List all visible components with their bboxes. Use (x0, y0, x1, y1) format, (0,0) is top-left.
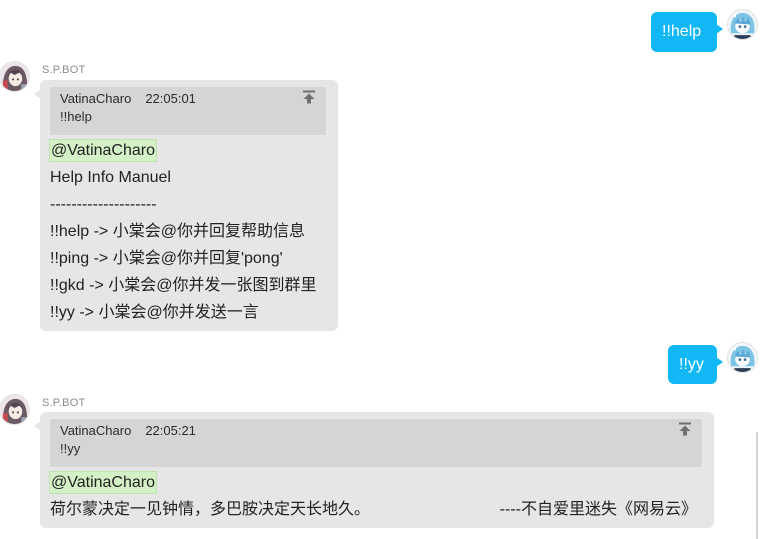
chat-window: !!help S.P.BOT VatinaCharo 22:05:01 !!he… (0, 0, 760, 539)
quote-user: VatinaCharo (60, 91, 132, 106)
message-line: Help Info Manuel (50, 169, 171, 186)
mention-tag[interactable]: @VatinaCharo (49, 139, 157, 163)
mention-line: @VatinaCharo (49, 137, 326, 164)
message-line: !!gkd -> 小棠会@你并发一张图到群里 (50, 277, 317, 294)
quote-time: 22:05:01 (145, 91, 196, 106)
quote-header: VatinaCharo 22:05:21 (60, 422, 672, 440)
quote-text: !!help (60, 109, 92, 124)
bot-avatar-icon[interactable] (0, 395, 29, 424)
quote-time: 22:05:21 (145, 423, 196, 438)
bubble-tail (716, 357, 723, 367)
sender-name: S.P.BOT (42, 64, 86, 76)
message-text: !!yy (679, 356, 704, 373)
mention-line: @VatinaCharo (49, 469, 702, 496)
outgoing-message-bubble[interactable]: !!yy (668, 345, 723, 384)
jump-to-top-icon[interactable] (678, 422, 692, 436)
message-line: !!ping -> 小棠会@你并回复'pong' (50, 250, 283, 267)
quote-user: VatinaCharo (60, 423, 132, 438)
quoted-message[interactable]: VatinaCharo 22:05:01 !!help (50, 87, 326, 135)
bot-avatar-icon[interactable] (0, 62, 29, 91)
message-line: !!help -> 小棠会@你并回复帮助信息 (50, 223, 305, 240)
quote-header: VatinaCharo 22:05:01 (60, 90, 296, 108)
quote-body-text: 荷尔蒙决定一见钟情，多巴胺决定天长地久。 (50, 501, 371, 518)
scrollbar[interactable] (756, 432, 758, 539)
outgoing-message-bubble[interactable]: !!help (651, 12, 723, 52)
bubble-tail (34, 421, 41, 431)
message-line: -------------------- (50, 196, 157, 213)
quote-source-text: ----不自爱里迷失《网易云》 (499, 501, 697, 518)
user-avatar-icon[interactable] (728, 343, 757, 372)
bubble-tail (34, 89, 41, 99)
sender-name: S.P.BOT (42, 397, 86, 409)
message-line: !!yy -> 小棠会@你并发送一言 (50, 304, 259, 321)
message-text: !!help (662, 23, 702, 40)
mention-tag[interactable]: @VatinaCharo (49, 471, 157, 495)
incoming-message-bubble[interactable]: VatinaCharo 22:05:01 !!help @VatinaCharo … (34, 80, 338, 331)
quoted-message[interactable]: VatinaCharo 22:05:21 !!yy (50, 419, 702, 467)
jump-to-top-icon[interactable] (302, 90, 316, 104)
user-avatar-icon[interactable] (728, 10, 757, 39)
quote-of-the-day-line: 荷尔蒙决定一见钟情，多巴胺决定天长地久。 ----不自爱里迷失《网易云》 (50, 496, 702, 523)
quote-text: !!yy (60, 441, 81, 456)
bubble-tail (716, 24, 723, 34)
incoming-message-bubble[interactable]: VatinaCharo 22:05:21 !!yy @VatinaCharo 荷尔… (34, 412, 714, 528)
